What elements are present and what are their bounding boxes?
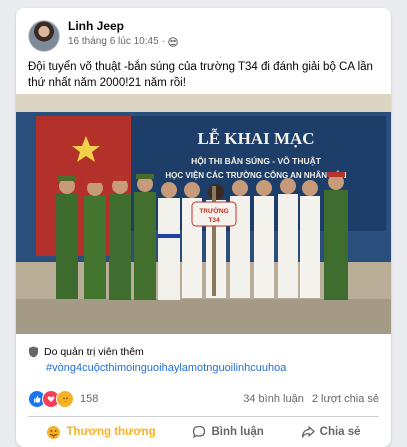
action-bar: Thương thương Bình luận Chia sẻ	[28, 421, 379, 443]
react-label: Thương thương	[66, 426, 156, 438]
post-time-line: 16 tháng 6 lúc 10:45 ·	[68, 36, 178, 47]
banner-title: LỄ KHAI MẠC	[197, 129, 314, 148]
care-icon	[56, 390, 74, 408]
post-text: Đội tuyển võ thuật -bắn súng của trường …	[28, 61, 373, 89]
comment-button[interactable]: Bình luận	[186, 423, 269, 441]
share-icon	[301, 426, 315, 438]
avatar[interactable]	[28, 20, 60, 52]
post-card: Linh Jeep 16 tháng 6 lúc 10:45 · Đội tuy…	[16, 8, 391, 447]
comment-count[interactable]: 34 bình luận	[243, 393, 304, 405]
react-button[interactable]: Thương thương	[40, 423, 161, 442]
engagement-counts: 34 bình luận 2 lượt chia sẻ	[243, 393, 379, 405]
share-button[interactable]: Chia sẻ	[295, 423, 367, 441]
post-meta: Linh Jeep 16 tháng 6 lúc 10:45 ·	[68, 19, 178, 52]
hashtag-link[interactable]: #vòng4cuộcthimoinguoihaylamotnguoilinhcu…	[46, 362, 286, 374]
group-audience-icon	[168, 36, 178, 47]
post-timestamp[interactable]: 16 tháng 6 lúc 10:45	[68, 36, 159, 47]
shield-icon	[29, 346, 38, 358]
sign-school-code: T34	[208, 217, 220, 224]
sign-school-label: TRƯỜNG	[199, 206, 228, 215]
post-header: Linh Jeep 16 tháng 6 lúc 10:45 ·	[28, 19, 178, 52]
share-label: Chia sẻ	[319, 426, 361, 438]
reaction-count[interactable]: 158	[80, 393, 98, 405]
reaction-icons[interactable]	[28, 390, 74, 408]
care-reaction-icon	[47, 425, 61, 439]
comment-label: Bình luận	[211, 426, 264, 438]
banner-organizer: HỌC VIỆN CÁC TRƯỜNG CÔNG AN NHÂN DÂN	[165, 171, 346, 180]
divider	[28, 416, 379, 417]
separator-dot: ·	[161, 36, 165, 47]
banner-subtitle: HỘI THI BẮN SÚNG - VÕ THUẬT	[191, 155, 322, 166]
reactions-row: 158 34 bình luận 2 lượt chia sẻ	[28, 390, 379, 408]
admin-note: Do quản trị viên thêm	[28, 346, 144, 358]
post-photo[interactable]: LỄ KHAI MẠC HỘI THI BẮN SÚNG - VÕ THUẬT …	[16, 94, 391, 334]
admin-note-text: Do quản trị viên thêm	[44, 346, 144, 358]
share-count[interactable]: 2 lượt chia sẻ	[312, 393, 379, 405]
author-name[interactable]: Linh Jeep	[68, 19, 178, 34]
comment-icon	[193, 425, 206, 439]
